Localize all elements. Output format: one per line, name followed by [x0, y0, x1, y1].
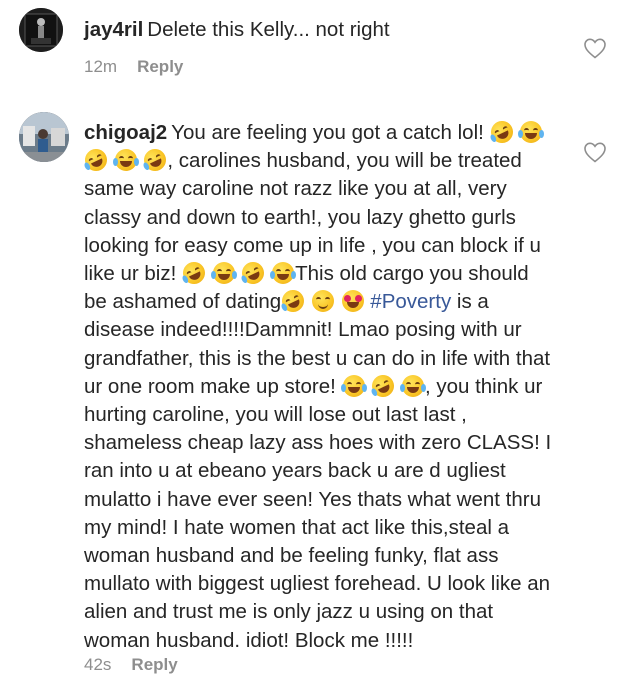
rofl-emoji-icon: [486, 117, 517, 147]
outdoor-photo-avatar-icon: [19, 112, 69, 162]
joy-emoji-icon: [340, 374, 367, 397]
rofl-emoji-icon: [238, 258, 269, 288]
joy-emoji-icon: [399, 374, 426, 397]
rofl-emoji-icon: [179, 258, 209, 288]
dark-photo-avatar-icon: [19, 8, 63, 52]
comment-text: You are feeling you got a catch lol!: [171, 121, 484, 144]
comment-text: , you think ur hurting caroline, you wil…: [84, 374, 552, 652]
heart-eyes-emoji-icon: [341, 290, 364, 313]
avatar[interactable]: [19, 112, 69, 162]
comment-text: Delete this Kelly... not right: [147, 18, 390, 41]
joy-emoji-icon: [270, 262, 297, 285]
comment-time: 12m: [84, 57, 118, 76]
heart-outline-icon: [584, 142, 606, 163]
comment-meta: 42s Reply: [84, 655, 178, 675]
like-button[interactable]: [583, 141, 607, 163]
joy-emoji-icon: [210, 262, 237, 285]
rofl-emoji-icon: [368, 371, 398, 401]
comment-meta: 12m Reply: [84, 57, 183, 77]
rofl-emoji-icon: [278, 286, 308, 316]
like-button[interactable]: [583, 37, 607, 59]
reply-button[interactable]: Reply: [131, 655, 177, 674]
comment-item: jay4ril Delete this Kelly... not right 12…: [0, 0, 640, 100]
avatar[interactable]: [19, 8, 63, 52]
joy-emoji-icon: [518, 121, 545, 143]
comment-body: chigoaj2 You are feeling you got a catch …: [81, 117, 554, 655]
comment-item: chigoaj2 You are feeling you got a catch …: [0, 100, 640, 683]
rofl-emoji-icon: [140, 145, 171, 175]
hashtag-link[interactable]: #Poverty: [370, 290, 451, 313]
comment-time: 42s: [84, 655, 112, 674]
reply-button[interactable]: Reply: [137, 57, 183, 76]
comment-body: jay4ril Delete this Kelly... not right: [84, 16, 554, 44]
heart-outline-icon: [584, 38, 606, 59]
joy-emoji-icon: [112, 149, 139, 172]
rofl-emoji-icon: [81, 145, 111, 175]
smiling-blush-emoji-icon: [311, 290, 334, 313]
comment-username[interactable]: chigoaj2: [84, 121, 167, 144]
comment-username[interactable]: jay4ril: [84, 18, 143, 41]
